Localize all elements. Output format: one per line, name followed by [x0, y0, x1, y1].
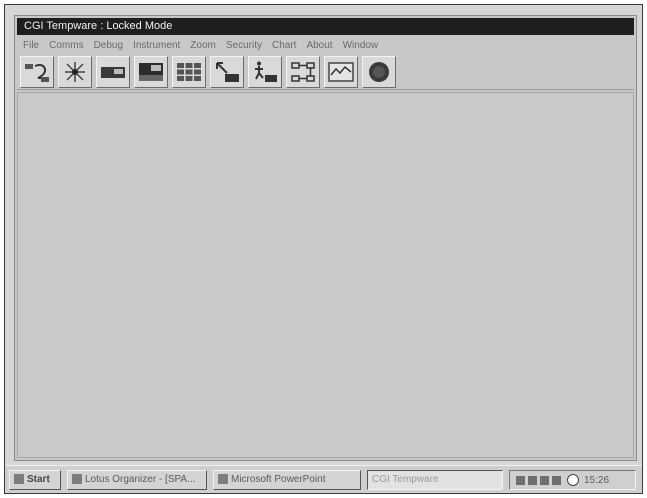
tray-icon[interactable]	[516, 475, 525, 485]
speaker-icon[interactable]	[540, 475, 549, 485]
clock-icon	[567, 474, 579, 486]
taskbar-task-cgi-tempware[interactable]: CGI Tempware	[367, 470, 503, 490]
sensor-arrow-icon	[216, 61, 239, 82]
menu-comms[interactable]: Comms	[44, 40, 88, 51]
grid-button[interactable]	[172, 55, 206, 88]
tray-clock[interactable]: 15:26	[584, 475, 609, 486]
system-tray: 15:26	[509, 470, 636, 490]
menu-chart[interactable]: Chart	[267, 40, 301, 51]
start-label: Start	[27, 474, 50, 485]
menu-instrument[interactable]: Instrument	[128, 40, 185, 51]
taskbar-task-powerpoint[interactable]: Microsoft PowerPoint	[213, 470, 361, 490]
powerpoint-icon	[218, 474, 228, 485]
sensor-walk-button[interactable]	[248, 55, 282, 88]
menu-window[interactable]: Window	[338, 40, 384, 51]
sensor-arrow-button[interactable]	[210, 55, 244, 88]
tray-icon[interactable]	[552, 475, 561, 485]
toolbar	[17, 54, 634, 90]
spark-icon	[65, 61, 85, 82]
grid-icon	[177, 62, 201, 81]
menu-bar: File Comms Debug Instrument Zoom Securit…	[17, 37, 634, 53]
windows-logo-icon	[14, 474, 24, 485]
start-button[interactable]: Start	[9, 470, 61, 490]
sensor-walk-icon	[255, 61, 277, 82]
task-label: Microsoft PowerPoint	[231, 474, 326, 485]
instrument-display-icon	[139, 62, 163, 81]
connection-button[interactable]	[20, 55, 54, 88]
menu-zoom[interactable]: Zoom	[185, 40, 221, 51]
app-window: CGI Tempware : Locked Mode File Comms De…	[14, 15, 637, 461]
menu-debug[interactable]: Debug	[89, 40, 128, 51]
lotus-organizer-icon	[72, 474, 82, 485]
instrument-panel-button[interactable]	[96, 55, 130, 88]
mdi-workspace[interactable]	[17, 92, 634, 458]
chart-trend-icon	[328, 61, 354, 82]
taskbar: Start Lotus Organizer - [SPA... Microsof…	[5, 465, 642, 493]
network-icon	[291, 61, 315, 82]
spark-button[interactable]	[58, 55, 92, 88]
instrument-display-button[interactable]	[134, 55, 168, 88]
window-title: CGI Tempware : Locked Mode	[17, 18, 634, 35]
task-label: CGI Tempware	[372, 474, 439, 485]
connection-icon	[25, 63, 49, 82]
chart-trend-button[interactable]	[324, 55, 358, 88]
desktop-screen: CGI Tempware : Locked Mode File Comms De…	[4, 4, 643, 494]
stop-icon	[369, 61, 389, 82]
taskbar-task-lotus-organizer[interactable]: Lotus Organizer - [SPA...	[67, 470, 207, 490]
task-label: Lotus Organizer - [SPA...	[85, 474, 196, 485]
tray-icon[interactable]	[528, 475, 537, 485]
menu-security[interactable]: Security	[221, 40, 267, 51]
instrument-panel-icon	[101, 66, 125, 78]
network-button[interactable]	[286, 55, 320, 88]
stop-button[interactable]	[362, 55, 396, 88]
menu-file[interactable]: File	[17, 40, 44, 51]
menu-about[interactable]: About	[301, 40, 337, 51]
